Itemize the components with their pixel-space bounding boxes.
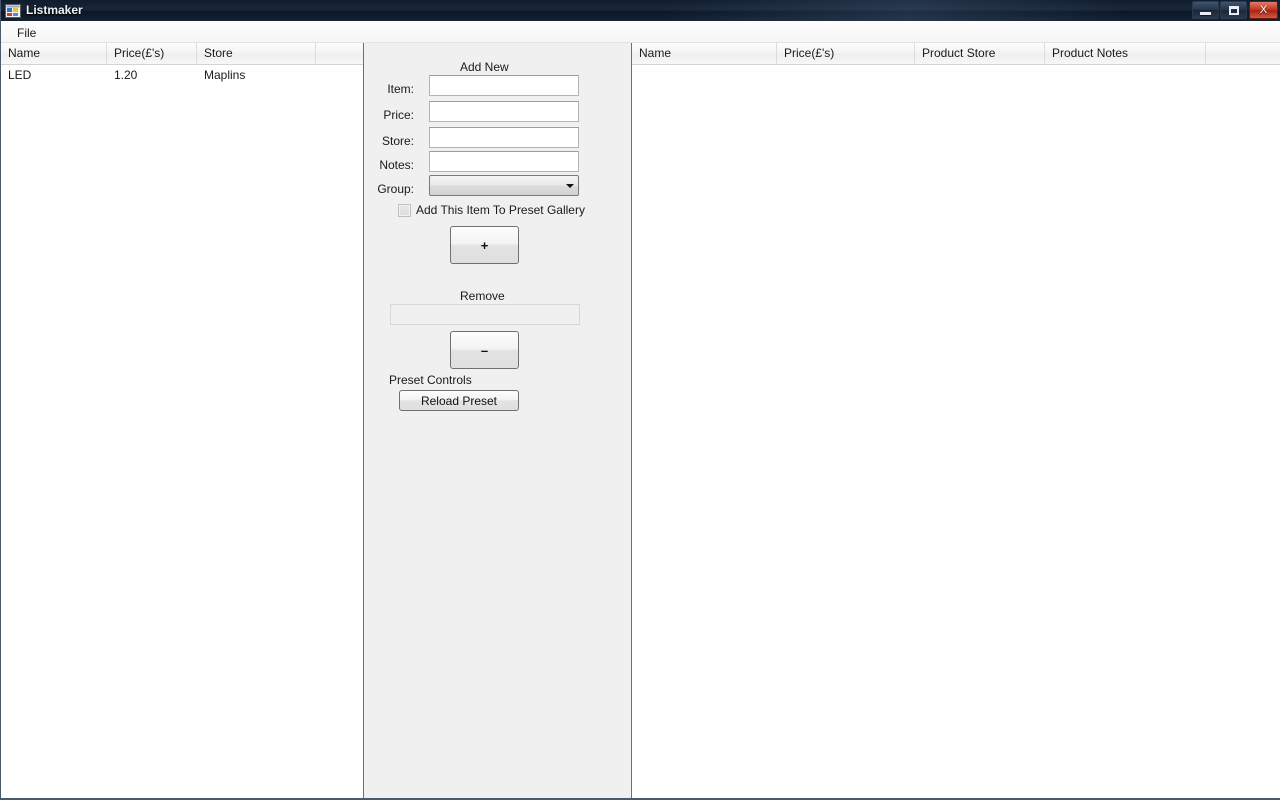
close-icon: X — [1259, 3, 1268, 16]
product-gallery-grid[interactable]: Name Price(£'s) Product Store Product No… — [631, 43, 1280, 798]
minimize-button[interactable] — [1192, 1, 1219, 19]
preset-controls-title: Preset Controls — [389, 373, 472, 387]
remove-input[interactable] — [390, 304, 580, 325]
notes-input[interactable] — [429, 151, 579, 172]
group-label: Group: — [377, 182, 414, 196]
store-input[interactable] — [429, 127, 579, 148]
menu-item-file[interactable]: File — [10, 24, 43, 42]
preset-gallery-checkbox-label: Add This Item To Preset Gallery — [416, 203, 585, 217]
item-label: Item: — [387, 82, 414, 96]
column-header-product-store[interactable]: Product Store — [915, 43, 1045, 64]
group-dropdown[interactable] — [429, 175, 579, 196]
add-item-button[interactable]: + — [450, 226, 519, 264]
store-label: Store: — [381, 134, 414, 148]
product-gallery-grid-header: Name Price(£'s) Product Store Product No… — [632, 43, 1280, 65]
remove-item-button[interactable]: – — [450, 331, 519, 369]
shopping-list-grid-body: LED 1.20 Maplins — [1, 65, 363, 86]
column-header-product-notes[interactable]: Product Notes — [1045, 43, 1206, 64]
column-header-store[interactable]: Store — [197, 43, 316, 64]
close-button[interactable]: X — [1249, 1, 1278, 19]
window-title: Listmaker — [26, 3, 83, 17]
preset-gallery-checkbox[interactable]: Add This Item To Preset Gallery — [398, 203, 585, 217]
client-area: Name Price(£'s) Store LED 1.20 Maplins A… — [1, 43, 1280, 798]
checkbox-icon — [398, 203, 411, 217]
title-bar-sheen — [661, 0, 1280, 21]
table-row[interactable]: LED 1.20 Maplins — [1, 65, 363, 86]
reload-preset-button[interactable]: Reload Preset — [399, 390, 519, 411]
shopping-list-grid[interactable]: Name Price(£'s) Store LED 1.20 Maplins — [1, 43, 364, 798]
cell-price: 1.20 — [114, 68, 138, 82]
menu-bar: File — [1, 21, 1280, 43]
column-header-filler[interactable] — [316, 43, 363, 64]
item-input[interactable] — [429, 75, 579, 96]
shopping-list-grid-header: Name Price(£'s) Store — [1, 43, 363, 65]
column-header-name[interactable]: Name — [632, 43, 777, 64]
cell-filler — [316, 65, 363, 86]
notes-label: Notes: — [379, 158, 414, 172]
price-label: Price: — [383, 108, 414, 122]
cell-store: Maplins — [204, 68, 246, 82]
column-header-name[interactable]: Name — [1, 43, 107, 64]
price-input[interactable] — [429, 101, 579, 122]
column-header-price[interactable]: Price(£'s) — [107, 43, 197, 64]
controls-panel: Add New Item: Price: Store: Notes: Group… — [364, 43, 631, 798]
title-bar: Listmaker X — [1, 0, 1280, 21]
minimize-icon — [1200, 11, 1211, 15]
add-new-title: Add New — [460, 60, 509, 74]
cell-name: LED — [8, 68, 32, 82]
application-window: Listmaker X File Name Price(£'s) Store L… — [0, 0, 1280, 800]
windows-forms-app-icon — [5, 4, 21, 18]
maximize-icon — [1228, 5, 1239, 15]
column-header-price[interactable]: Price(£'s) — [777, 43, 915, 64]
chevron-down-icon — [561, 183, 578, 188]
remove-title: Remove — [460, 289, 505, 303]
column-header-filler[interactable] — [1206, 43, 1280, 64]
maximize-button[interactable] — [1220, 1, 1247, 19]
